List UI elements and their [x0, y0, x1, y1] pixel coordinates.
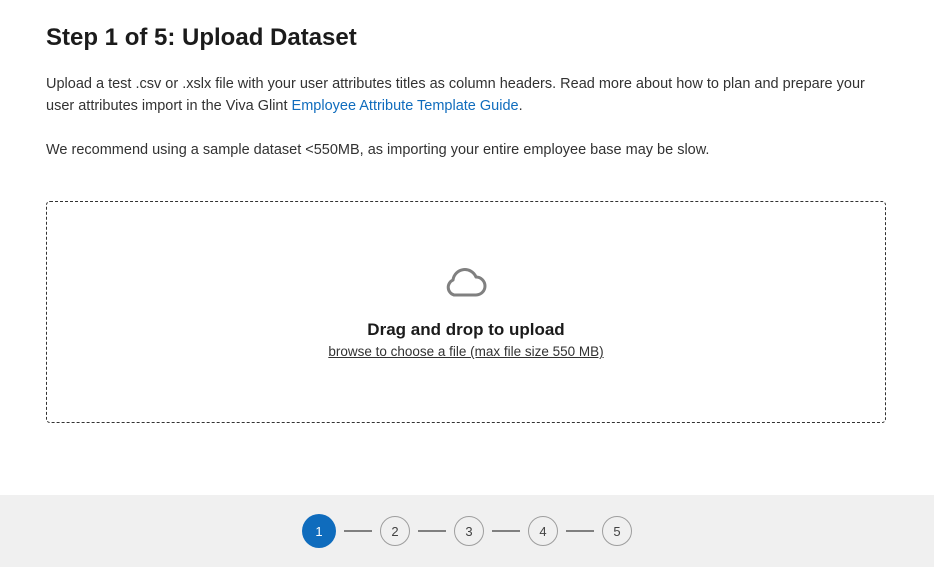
upload-dropzone[interactable]: Drag and drop to upload browse to choose… [46, 201, 886, 423]
browse-file-link[interactable]: browse to choose a file (max file size 5… [328, 344, 603, 359]
cloud-upload-icon [445, 265, 487, 308]
step-4[interactable]: 4 [528, 516, 558, 546]
page-title: Step 1 of 5: Upload Dataset [46, 24, 888, 52]
step-5[interactable]: 5 [602, 516, 632, 546]
intro-text-after: . [519, 98, 523, 114]
step-connector [418, 530, 446, 532]
step-connector [566, 530, 594, 532]
wizard-stepper: 1 2 3 4 5 [302, 514, 632, 548]
step-3[interactable]: 3 [454, 516, 484, 546]
recommend-text: We recommend using a sample dataset <550… [46, 140, 888, 162]
step-connector [492, 530, 520, 532]
step-1[interactable]: 1 [302, 514, 336, 548]
wizard-stepper-bar: 1 2 3 4 5 [0, 495, 934, 567]
dropzone-title: Drag and drop to upload [367, 320, 564, 340]
step-2[interactable]: 2 [380, 516, 410, 546]
step-connector [344, 530, 372, 532]
employee-attribute-guide-link[interactable]: Employee Attribute Template Guide [292, 98, 519, 114]
intro-paragraph: Upload a test .csv or .xslx file with yo… [46, 74, 888, 118]
